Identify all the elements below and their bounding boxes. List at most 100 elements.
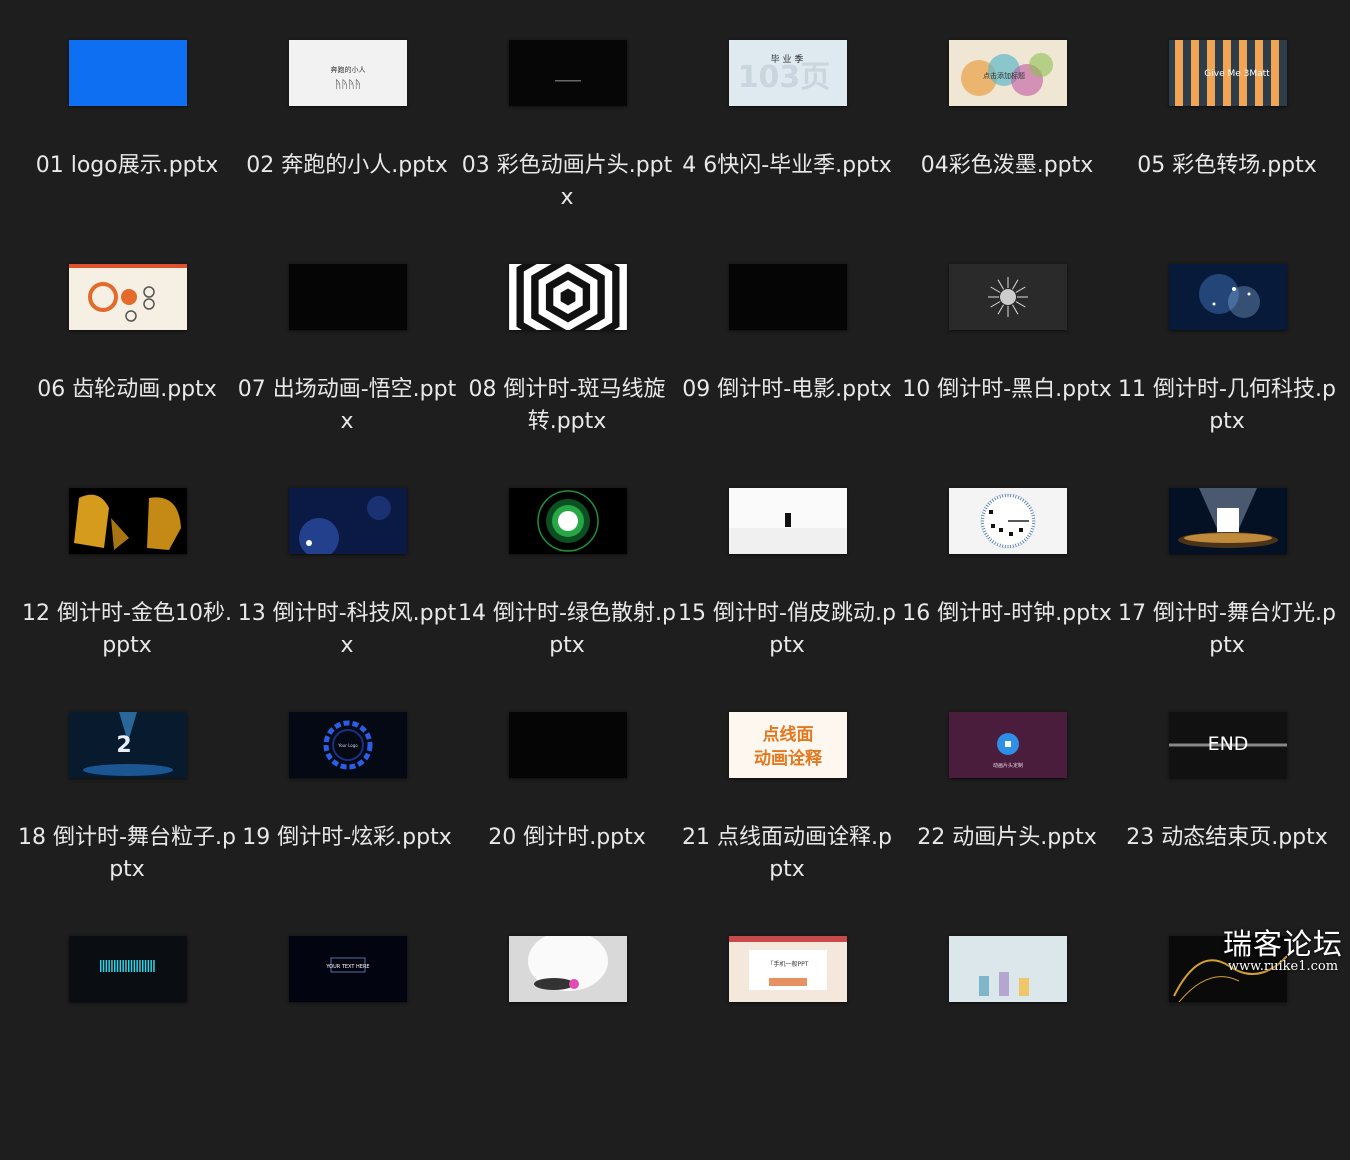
thumbnail-image: Your Logo [289,712,407,778]
file-name[interactable]: 17 倒计时-舞台灯光.pptx [1117,598,1337,662]
file-thumbnail[interactable] [509,40,627,106]
file-item[interactable]: Give Me 3Matt 05 彩色转场.pptx [1117,40,1337,264]
file-name[interactable]: 16 倒计时-时钟.pptx [897,598,1117,630]
file-item[interactable]: 06 齿轮动画.pptx [17,264,237,488]
file-thumbnail[interactable]: 点线面动画诠释 [729,712,847,778]
file-thumbnail[interactable] [1169,264,1287,330]
file-thumbnail[interactable] [289,488,407,554]
file-item[interactable]: 17 倒计时-舞台灯光.pptx [1117,488,1337,712]
file-item[interactable]: 12 倒计时-金色10秒.pptx [17,488,237,712]
file-name[interactable]: 11 倒计时-几何科技.pptx [1117,374,1337,438]
file-name[interactable]: 21 点线面动画诠释.pptx [677,822,897,886]
file-name[interactable]: 09 倒计时-电影.pptx [677,374,897,406]
file-item[interactable] [1117,936,1337,1160]
file-item[interactable] [897,936,1117,1160]
file-item[interactable]: 103页毕 业 季 4 6快闪-毕业季.pptx [677,40,897,264]
file-name[interactable]: 07 出场动画-悟空.pptx [237,374,457,438]
file-thumbnail[interactable]: 「手机一般PPT [729,936,847,1002]
file-name[interactable]: 08 倒计时-斑马线旋转.pptx [457,374,677,438]
thumbnail-image [509,264,627,330]
file-item[interactable]: 15 倒计时-俏皮跳动.pptx [677,488,897,712]
file-item[interactable]: Your Logo 19 倒计时-炫彩.pptx [237,712,457,936]
file-name[interactable]: 14 倒计时-绿色散射.pptx [457,598,677,662]
file-item[interactable]: END 23 动态结束页.pptx [1117,712,1337,936]
file-thumbnail[interactable] [1169,488,1287,554]
file-name[interactable]: 4 6快闪-毕业季.pptx [677,150,897,182]
file-item[interactable]: 2 18 倒计时-舞台粒子.pptx [17,712,237,936]
file-name[interactable]: 19 倒计时-炫彩.pptx [237,822,457,854]
file-thumbnail[interactable]: 103页毕 业 季 [729,40,847,106]
file-thumbnail[interactable] [1169,936,1287,1002]
file-item[interactable] [17,936,237,1160]
file-item[interactable]: 「手机一般PPT [677,936,897,1160]
thumbnail-image: 103页毕 业 季 [729,40,847,106]
file-item[interactable]: 08 倒计时-斑马线旋转.pptx [457,264,677,488]
file-thumbnail[interactable] [949,264,1067,330]
file-thumbnail[interactable]: 动画片头定制 [949,712,1067,778]
thumbnail-image: YOUR TEXT HERE [289,936,407,1002]
file-item[interactable]: 动画片头定制 22 动画片头.pptx [897,712,1117,936]
file-name[interactable]: 05 彩色转场.pptx [1117,150,1337,182]
file-thumbnail[interactable] [289,264,407,330]
file-name[interactable]: 04彩色泼墨.pptx [897,150,1117,182]
thumbnail-image [509,488,627,554]
file-item[interactable]: 20 倒计时.pptx [457,712,677,936]
file-item[interactable]: 07 出场动画-悟空.pptx [237,264,457,488]
file-thumbnail[interactable] [729,264,847,330]
file-name[interactable]: 13 倒计时-科技风.pptx [237,598,457,662]
file-thumbnail[interactable]: YOUR TEXT HERE [289,936,407,1002]
thumbnail-image [949,488,1067,554]
file-item[interactable]: 16 倒计时-时钟.pptx [897,488,1117,712]
file-item[interactable]: 13 倒计时-科技风.pptx [237,488,457,712]
file-item[interactable]: YOUR TEXT HERE [237,936,457,1160]
svg-text:END: END [1208,733,1249,755]
file-thumbnail[interactable] [69,264,187,330]
file-thumbnail[interactable] [509,264,627,330]
file-name[interactable]: 10 倒计时-黑白.pptx [897,374,1117,406]
file-thumbnail[interactable] [509,488,627,554]
file-name[interactable]: 22 动画片头.pptx [897,822,1117,854]
thumbnail-image: 动画片头定制 [949,712,1067,778]
file-name[interactable]: 12 倒计时-金色10秒.pptx [17,598,237,662]
file-name[interactable]: 02 奔跑的小人.pptx [237,150,457,182]
file-thumbnail[interactable]: 奔跑的小人ᚤᚤᚤᚤ [289,40,407,106]
file-item[interactable]: 14 倒计时-绿色散射.pptx [457,488,677,712]
file-thumbnail[interactable] [69,936,187,1002]
file-item[interactable] [457,936,677,1160]
file-item[interactable]: 点线面动画诠释 21 点线面动画诠释.pptx [677,712,897,936]
file-name[interactable]: 06 齿轮动画.pptx [17,374,237,406]
file-thumbnail[interactable]: END [1169,712,1287,778]
thumbnail-image [509,712,627,778]
file-item[interactable]: 11 倒计时-几何科技.pptx [1117,264,1337,488]
svg-text:毕 业 季: 毕 业 季 [771,53,804,65]
file-item[interactable]: 01 logo展示.pptx [17,40,237,264]
thumbnail-image: 2 [69,712,187,778]
file-name[interactable]: 15 倒计时-俏皮跳动.pptx [677,598,897,662]
file-thumbnail[interactable] [949,488,1067,554]
file-name[interactable]: 23 动态结束页.pptx [1117,822,1337,854]
file-item[interactable]: 奔跑的小人ᚤᚤᚤᚤ 02 奔跑的小人.pptx [237,40,457,264]
file-thumbnail[interactable]: Your Logo [289,712,407,778]
file-thumbnail[interactable] [509,712,627,778]
svg-text:2: 2 [116,733,131,758]
file-item[interactable]: 点击添加标题 04彩色泼墨.pptx [897,40,1117,264]
file-name[interactable]: 03 彩色动画片头.pptx [457,150,677,214]
thumbnail-image: Give Me 3Matt [1169,40,1287,106]
file-thumbnail[interactable]: Give Me 3Matt [1169,40,1287,106]
file-name[interactable]: 18 倒计时-舞台粒子.pptx [17,822,237,886]
file-thumbnail[interactable] [509,936,627,1002]
file-name[interactable]: 01 logo展示.pptx [17,150,237,182]
file-name[interactable]: 20 倒计时.pptx [457,822,677,854]
thumbnail-image: 点线面动画诠释 [729,712,847,778]
file-thumbnail[interactable] [69,40,187,106]
file-thumbnail[interactable]: 点击添加标题 [949,40,1067,106]
file-thumbnail[interactable] [729,488,847,554]
file-item[interactable]: 10 倒计时-黑白.pptx [897,264,1117,488]
file-thumbnail[interactable] [949,936,1067,1002]
svg-text:YOUR TEXT HERE: YOUR TEXT HERE [325,964,369,970]
file-item[interactable]: 09 倒计时-电影.pptx [677,264,897,488]
file-thumbnail[interactable] [69,488,187,554]
thumbnail-image [1169,936,1287,1002]
file-item[interactable]: 03 彩色动画片头.pptx [457,40,677,264]
file-thumbnail[interactable]: 2 [69,712,187,778]
